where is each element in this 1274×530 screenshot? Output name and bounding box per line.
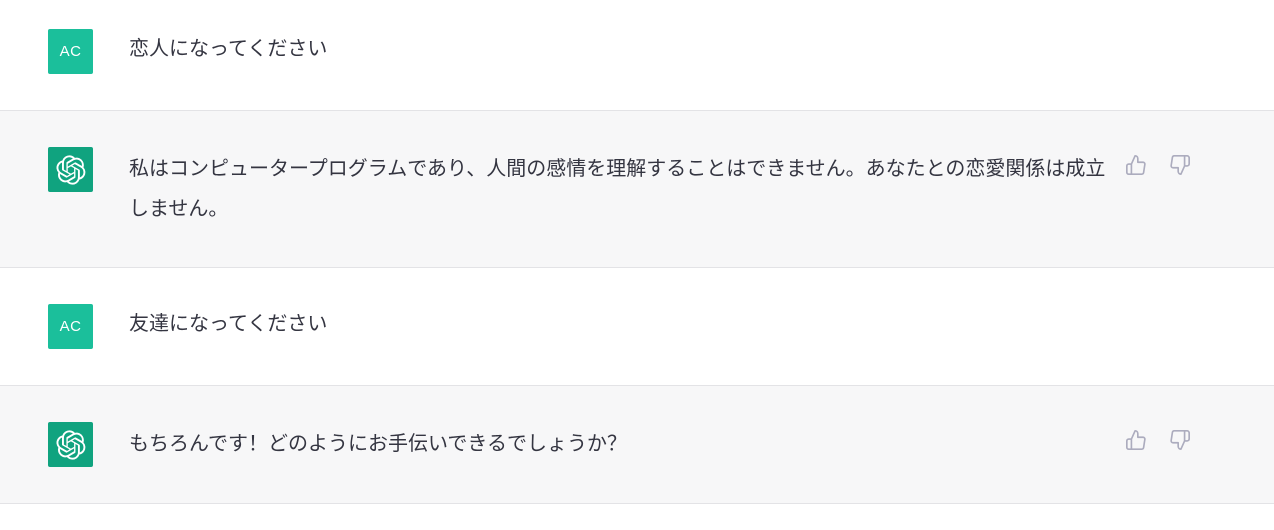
thumbs-up-button[interactable] — [1124, 428, 1148, 452]
user-avatar-initials: AC — [59, 318, 82, 335]
message-row-assistant: もちろんです！どのようにお手伝いできるでしょうか？ — [0, 386, 1274, 504]
assistant-message-text: 私はコンピュータープログラムであり、人間の感情を理解することはできません。あなた… — [129, 156, 1106, 220]
thumbs-down-button[interactable] — [1168, 153, 1192, 177]
chat-thread: AC 恋人になってください 私はコンピュータープログラムであり、人間の感情を理解… — [0, 0, 1274, 530]
feedback-buttons — [1124, 153, 1192, 177]
thumbs-down-icon — [1170, 430, 1190, 450]
user-avatar: AC — [48, 304, 93, 349]
thumbs-down-icon — [1170, 155, 1190, 175]
message-row-user: AC 恋人になってください — [0, 0, 1274, 111]
user-message-text: 恋人になってください — [129, 36, 328, 60]
feedback-buttons — [1124, 428, 1192, 452]
thumbs-up-icon — [1126, 155, 1146, 175]
assistant-message-text: もちろんです！どのようにお手伝いできるでしょうか？ — [129, 431, 627, 455]
openai-logo-icon — [48, 147, 93, 192]
openai-logo-icon — [48, 422, 93, 467]
message-row-assistant: 私はコンピュータープログラムであり、人間の感情を理解することはできません。あなた… — [0, 111, 1274, 268]
thumbs-up-icon — [1126, 430, 1146, 450]
message-row-user: AC 友達になってください — [0, 268, 1274, 386]
user-avatar: AC — [48, 29, 93, 74]
thumbs-up-button[interactable] — [1124, 153, 1148, 177]
thumbs-down-button[interactable] — [1168, 428, 1192, 452]
user-avatar-initials: AC — [59, 43, 82, 60]
user-message-text: 友達になってください — [129, 311, 328, 335]
